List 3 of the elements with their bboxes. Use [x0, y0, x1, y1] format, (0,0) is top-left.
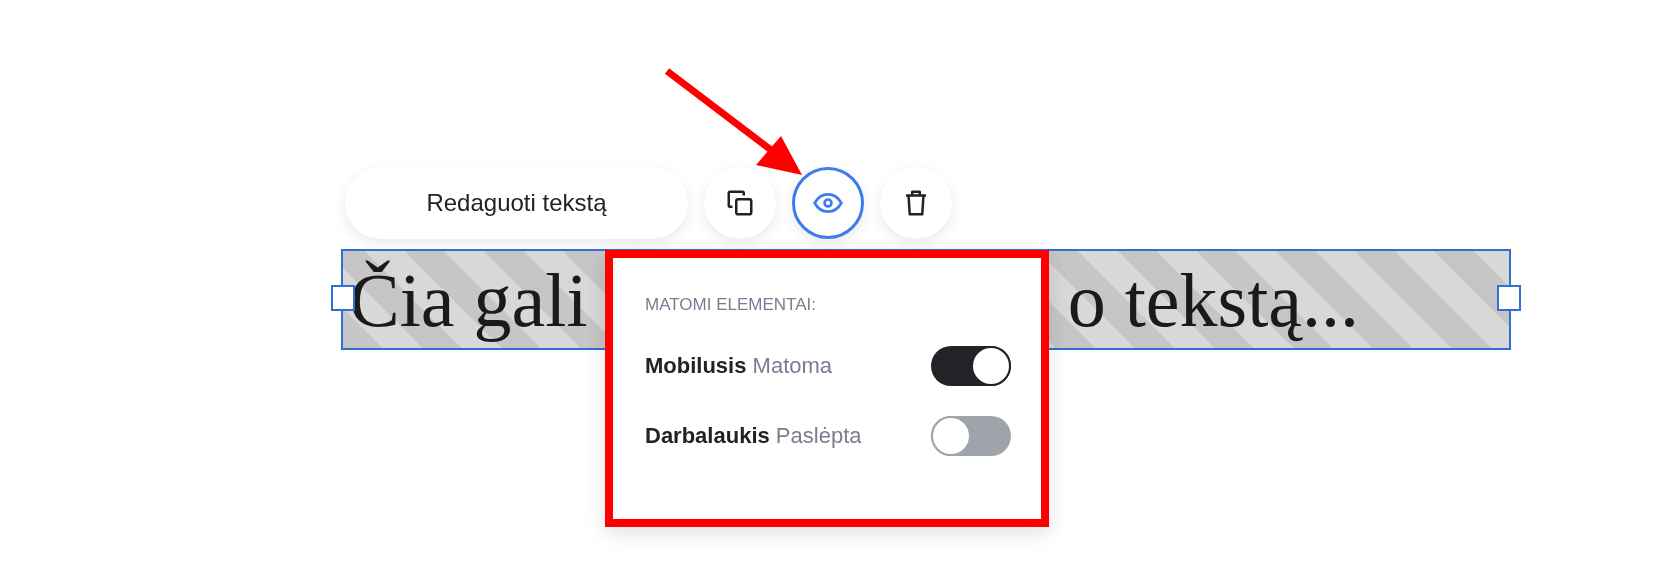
device-label: Darbalaukis Paslėpta — [645, 422, 862, 450]
popup-heading: MATOMI ELEMENTAI: — [645, 294, 817, 316]
device-label: Mobilusis Matoma — [645, 352, 833, 380]
